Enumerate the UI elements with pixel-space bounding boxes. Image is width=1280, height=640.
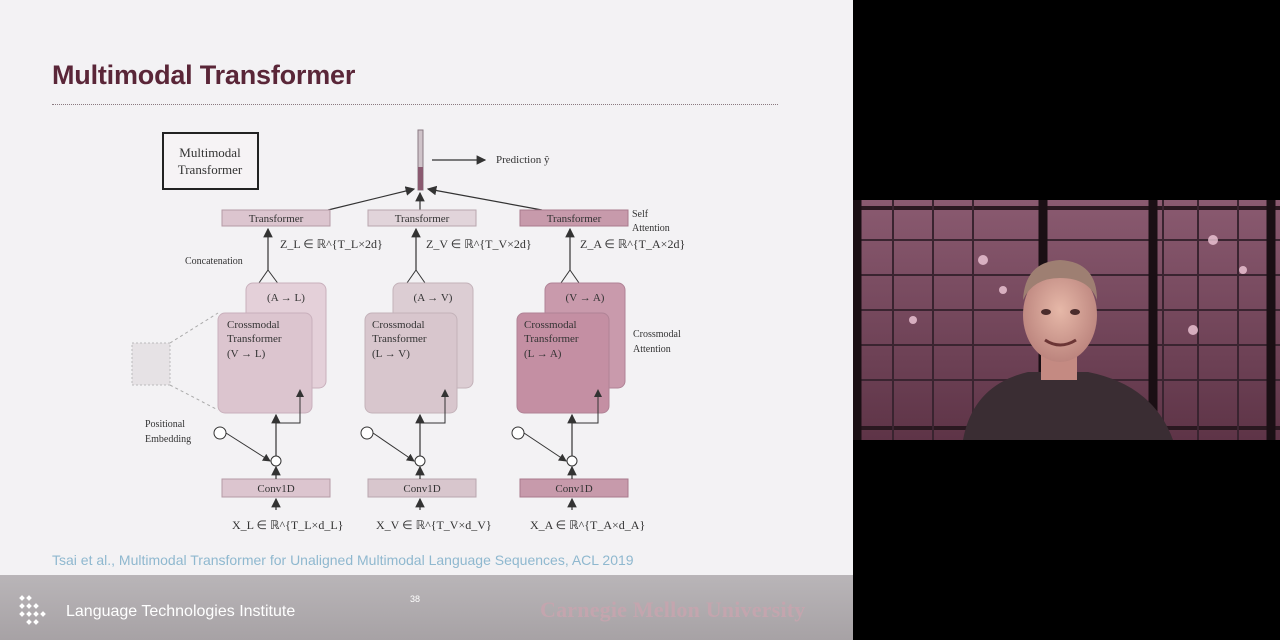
slide-page-number: 38: [410, 594, 421, 604]
slide-title: Multimodal Transformer: [52, 60, 356, 90]
presentation-slide: Multimodal Transformer Multimodal Transf…: [0, 0, 853, 640]
crossmodal-attention-label-2: Attention: [633, 344, 671, 355]
concatenation-label: Concatenation: [185, 256, 243, 267]
self-attention-label-2: Attention: [632, 223, 670, 234]
lti-logo-icon: [19, 595, 46, 625]
cross-line-v-1: Crossmodal: [372, 319, 425, 331]
column-audio: Transformer Z_A ∈ ℝ^{T_A×2d} (V → A) Cro…: [511, 209, 685, 532]
arrow-l-to-output: [327, 186, 416, 211]
title-divider: [52, 104, 778, 105]
legend-line-2: Transformer: [178, 162, 243, 177]
positional-embedding-label-1: Positional: [145, 419, 185, 430]
arrow-a-to-output: [426, 185, 543, 211]
legend-box: [162, 132, 259, 190]
x-label-v: X_V ∈ ℝ^{T_V×d_V}: [376, 518, 492, 532]
positional-wave-icon-l: [213, 426, 227, 440]
positional-wave-icon-a: [511, 426, 525, 440]
z-label-l: Z_L ∈ ℝ^{T_L×2d}: [280, 237, 383, 251]
positional-wave-icon-v: [360, 426, 374, 440]
back-card-label-v: (A → V): [414, 292, 453, 304]
add-node-a: [566, 455, 578, 467]
back-card-label-l: (A → L): [267, 292, 305, 304]
legend-line-1: Multimodal: [179, 145, 241, 160]
footer-institute: Language Technologies Institute: [66, 603, 296, 620]
cross-line-l-3: (V → L): [227, 348, 266, 360]
x-label-a: X_A ∈ ℝ^{T_A×d_A}: [530, 518, 645, 532]
diagram-svg: Multimodal Transformer Prediction ŷ Self…: [131, 129, 685, 532]
cross-line-a-1: Crossmodal: [524, 319, 577, 331]
prediction-label: Prediction ŷ: [496, 154, 550, 166]
cross-line-l-2: Transformer: [227, 333, 282, 345]
transformer-label-l: Transformer: [249, 213, 304, 225]
footer-university: Carnegie Mellon University: [540, 597, 806, 622]
transformer-label-v: Transformer: [395, 213, 450, 225]
architecture-diagram: Multimodal Transformer Prediction ŷ Self…: [120, 125, 720, 550]
self-attention-label-1: Self: [632, 209, 649, 220]
cross-line-a-2: Transformer: [524, 333, 579, 345]
z-label-a: Z_A ∈ ℝ^{T_A×2d}: [580, 237, 685, 251]
cross-line-a-3: (L → A): [524, 348, 562, 360]
cross-line-l-1: Crossmodal: [227, 319, 280, 331]
output-vector-highlight: [418, 167, 423, 190]
citation-text: Tsai et al., Multimodal Transformer for …: [52, 552, 634, 568]
attention-thumbnail: [131, 342, 171, 386]
z-label-v: Z_V ∈ ℝ^{T_V×2d}: [426, 237, 532, 251]
back-card-label-a: (V → A): [566, 292, 605, 304]
transformer-label-a: Transformer: [547, 213, 602, 225]
presenter-video-icon: [853, 200, 1280, 440]
conv-label-a: Conv1D: [555, 483, 592, 495]
presenter-webcam: [853, 200, 1280, 440]
cross-line-v-3: (L → V): [372, 348, 410, 360]
add-node-v: [414, 455, 426, 467]
positional-embedding-label-2: Embedding: [145, 434, 191, 445]
add-node-l: [270, 455, 282, 467]
crossmodal-attention-label-1: Crossmodal: [633, 329, 681, 340]
conv-label-l: Conv1D: [257, 483, 294, 495]
x-label-l: X_L ∈ ℝ^{T_L×d_L}: [232, 518, 343, 532]
column-vision: Transformer Z_V ∈ ℝ^{T_V×2d} (A → V) Cro…: [360, 209, 532, 532]
cross-line-v-2: Transformer: [372, 333, 427, 345]
conv-label-v: Conv1D: [403, 483, 440, 495]
